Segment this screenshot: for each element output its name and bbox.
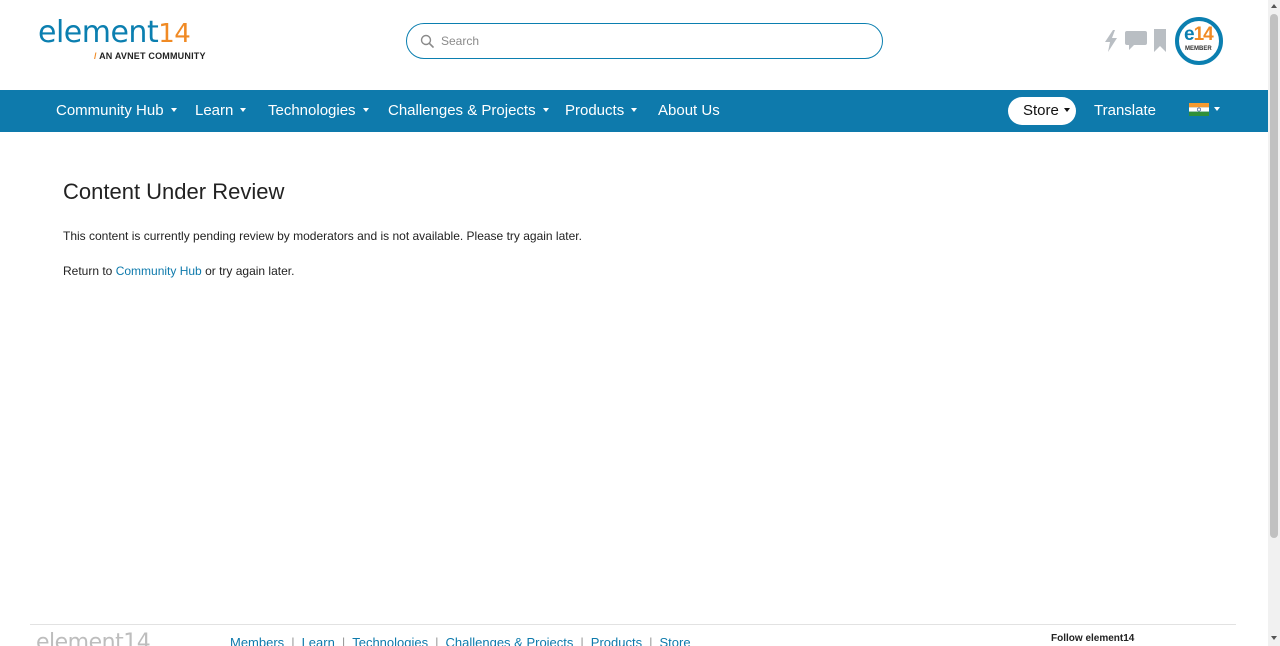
avatar-text: e14: [1184, 24, 1214, 45]
scrollbar-thumb[interactable]: [1270, 14, 1278, 538]
india-flag-icon[interactable]: [1189, 103, 1209, 116]
footer-divider: [30, 624, 1236, 625]
footer-links: Members | Learn | Technologies | Challenges & …: [230, 635, 691, 646]
main-navigation: Community Hub Learn Technologies Challen…: [0, 90, 1268, 132]
scroll-down-arrow-icon[interactable]: [1271, 636, 1277, 640]
page-title: Content Under Review: [63, 179, 285, 204]
footer-link-members[interactable]: Members: [230, 635, 284, 646]
search-bar: [406, 23, 883, 59]
community-hub-link[interactable]: Community Hub: [116, 264, 202, 278]
nav-about-us[interactable]: About Us: [658, 90, 720, 132]
store-button[interactable]: Store: [1008, 97, 1076, 125]
footer-link-technologies[interactable]: Technologies: [352, 635, 428, 646]
avatar-badge: MEMBER: [1185, 46, 1212, 52]
scroll-up-arrow-icon[interactable]: [1271, 4, 1277, 8]
caret-down-icon: [362, 108, 369, 113]
nav-community-hub[interactable]: Community Hub: [56, 90, 177, 132]
return-message: Return to Community Hub or try again lat…: [63, 264, 295, 278]
member-avatar[interactable]: e14 MEMBER: [1175, 17, 1223, 65]
lightning-icon[interactable]: [1104, 30, 1118, 52]
search-input[interactable]: [441, 31, 861, 51]
element14-logo[interactable]: element14 / AN AVNET COMMUNITY: [38, 15, 206, 62]
nav-technologies[interactable]: Technologies: [268, 90, 369, 132]
nav-learn[interactable]: Learn: [195, 90, 247, 132]
caret-down-icon: [631, 108, 638, 113]
review-message: This content is currently pending review…: [63, 229, 582, 243]
footer-logo[interactable]: element14: [36, 630, 151, 646]
translate-button[interactable]: Translate: [1094, 90, 1156, 132]
nav-challenges-projects[interactable]: Challenges & Projects: [388, 90, 549, 132]
logo-tagline: / AN AVNET COMMUNITY: [94, 51, 206, 61]
chat-icon[interactable]: [1125, 31, 1147, 50]
follow-label: Follow element14: [1051, 633, 1135, 644]
search-icon[interactable]: [420, 34, 434, 48]
nav-products[interactable]: Products: [565, 90, 638, 132]
footer-link-store[interactable]: Store: [660, 635, 691, 646]
caret-down-icon: [1063, 108, 1070, 113]
bookmark-icon[interactable]: [1154, 29, 1166, 52]
footer-link-learn[interactable]: Learn: [302, 635, 335, 646]
footer-link-challenges-projects[interactable]: Challenges & Projects: [446, 635, 574, 646]
footer-link-products[interactable]: Products: [591, 635, 642, 646]
caret-down-icon: [170, 108, 177, 113]
caret-down-icon: [542, 108, 549, 113]
site-header: element14 / AN AVNET COMMUNITY e14 MEMBE…: [0, 0, 1268, 90]
page-scrollbar[interactable]: [1268, 0, 1280, 646]
caret-down-icon: [240, 108, 247, 113]
language-caret-icon[interactable]: [1214, 107, 1220, 111]
logo-wordmark: element14: [38, 15, 191, 50]
